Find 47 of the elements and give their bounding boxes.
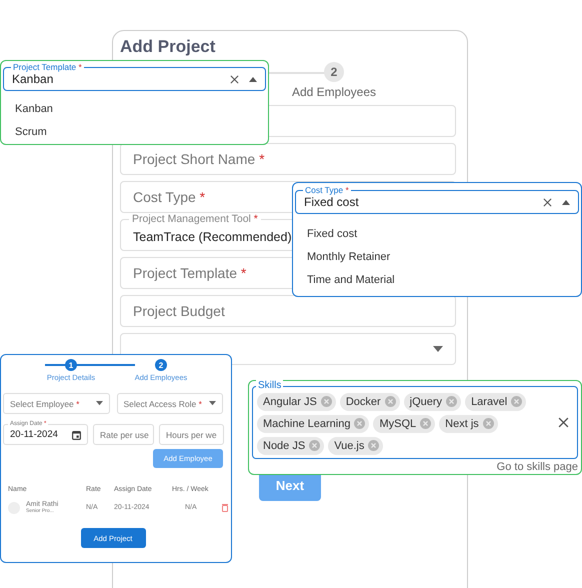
form-title: Add Project (120, 37, 216, 57)
remove-icon[interactable] (309, 440, 320, 451)
field-label: Cost Type * (303, 185, 351, 195)
select-field[interactable]: Select Access Role * (116, 393, 223, 414)
skill-chip[interactable]: Vue.js (328, 436, 384, 454)
step-label: Add Employees (292, 85, 376, 99)
field-value: 20-11-2024 (10, 429, 58, 440)
skill-chip[interactable]: MySQL (373, 414, 436, 432)
input-field[interactable]: Hours per we (159, 424, 224, 445)
field-label: Project Management Tool * (129, 213, 261, 225)
remove-icon[interactable] (384, 396, 396, 407)
field-value: Kanban (12, 72, 54, 86)
caret-down-icon[interactable] (209, 401, 216, 406)
clear-icon[interactable] (558, 417, 569, 428)
calendar-icon[interactable] (72, 430, 81, 440)
remove-icon[interactable] (354, 418, 366, 429)
field-value: TeamTrace (Recommended) (133, 229, 292, 244)
skill-chip[interactable]: Next js (439, 414, 498, 432)
select-field[interactable]: Select Employee * (3, 393, 110, 414)
step-circle: 2 (324, 62, 344, 82)
skill-chip[interactable]: Angular JS (257, 392, 336, 410)
remove-icon[interactable] (511, 396, 522, 407)
caret-up-icon[interactable] (249, 76, 257, 82)
step-circle: 1 (65, 359, 77, 371)
dropdown-option[interactable]: Kanban (3, 97, 266, 120)
remove-icon[interactable] (446, 396, 458, 407)
remove-icon[interactable] (368, 440, 380, 451)
step-circle: 2 (155, 359, 167, 371)
caret-up-icon[interactable] (562, 200, 570, 204)
field-value: Fixed cost (304, 195, 360, 209)
skills-link[interactable]: Go to skills page (496, 461, 578, 473)
skill-chip[interactable]: Docker (340, 392, 400, 410)
caret-down-icon[interactable] (433, 346, 443, 352)
clear-icon[interactable] (230, 74, 239, 84)
caret-down-icon[interactable] (96, 401, 102, 406)
dropdown-option[interactable]: Scrum (3, 120, 266, 143)
trash-icon[interactable] (222, 504, 228, 512)
clear-icon[interactable] (543, 198, 552, 206)
skill-chip[interactable]: jQuery (404, 392, 462, 410)
skill-chip[interactable]: Node JS (257, 436, 324, 454)
remove-icon[interactable] (320, 396, 332, 407)
skill-chip[interactable]: Laravel (465, 392, 526, 410)
field-label: Project Template * (11, 62, 84, 72)
remove-icon[interactable] (420, 418, 432, 429)
skill-chip[interactable]: Machine Learning (257, 414, 370, 432)
input-field[interactable]: Rate per use (93, 424, 154, 445)
remove-icon[interactable] (482, 418, 494, 429)
